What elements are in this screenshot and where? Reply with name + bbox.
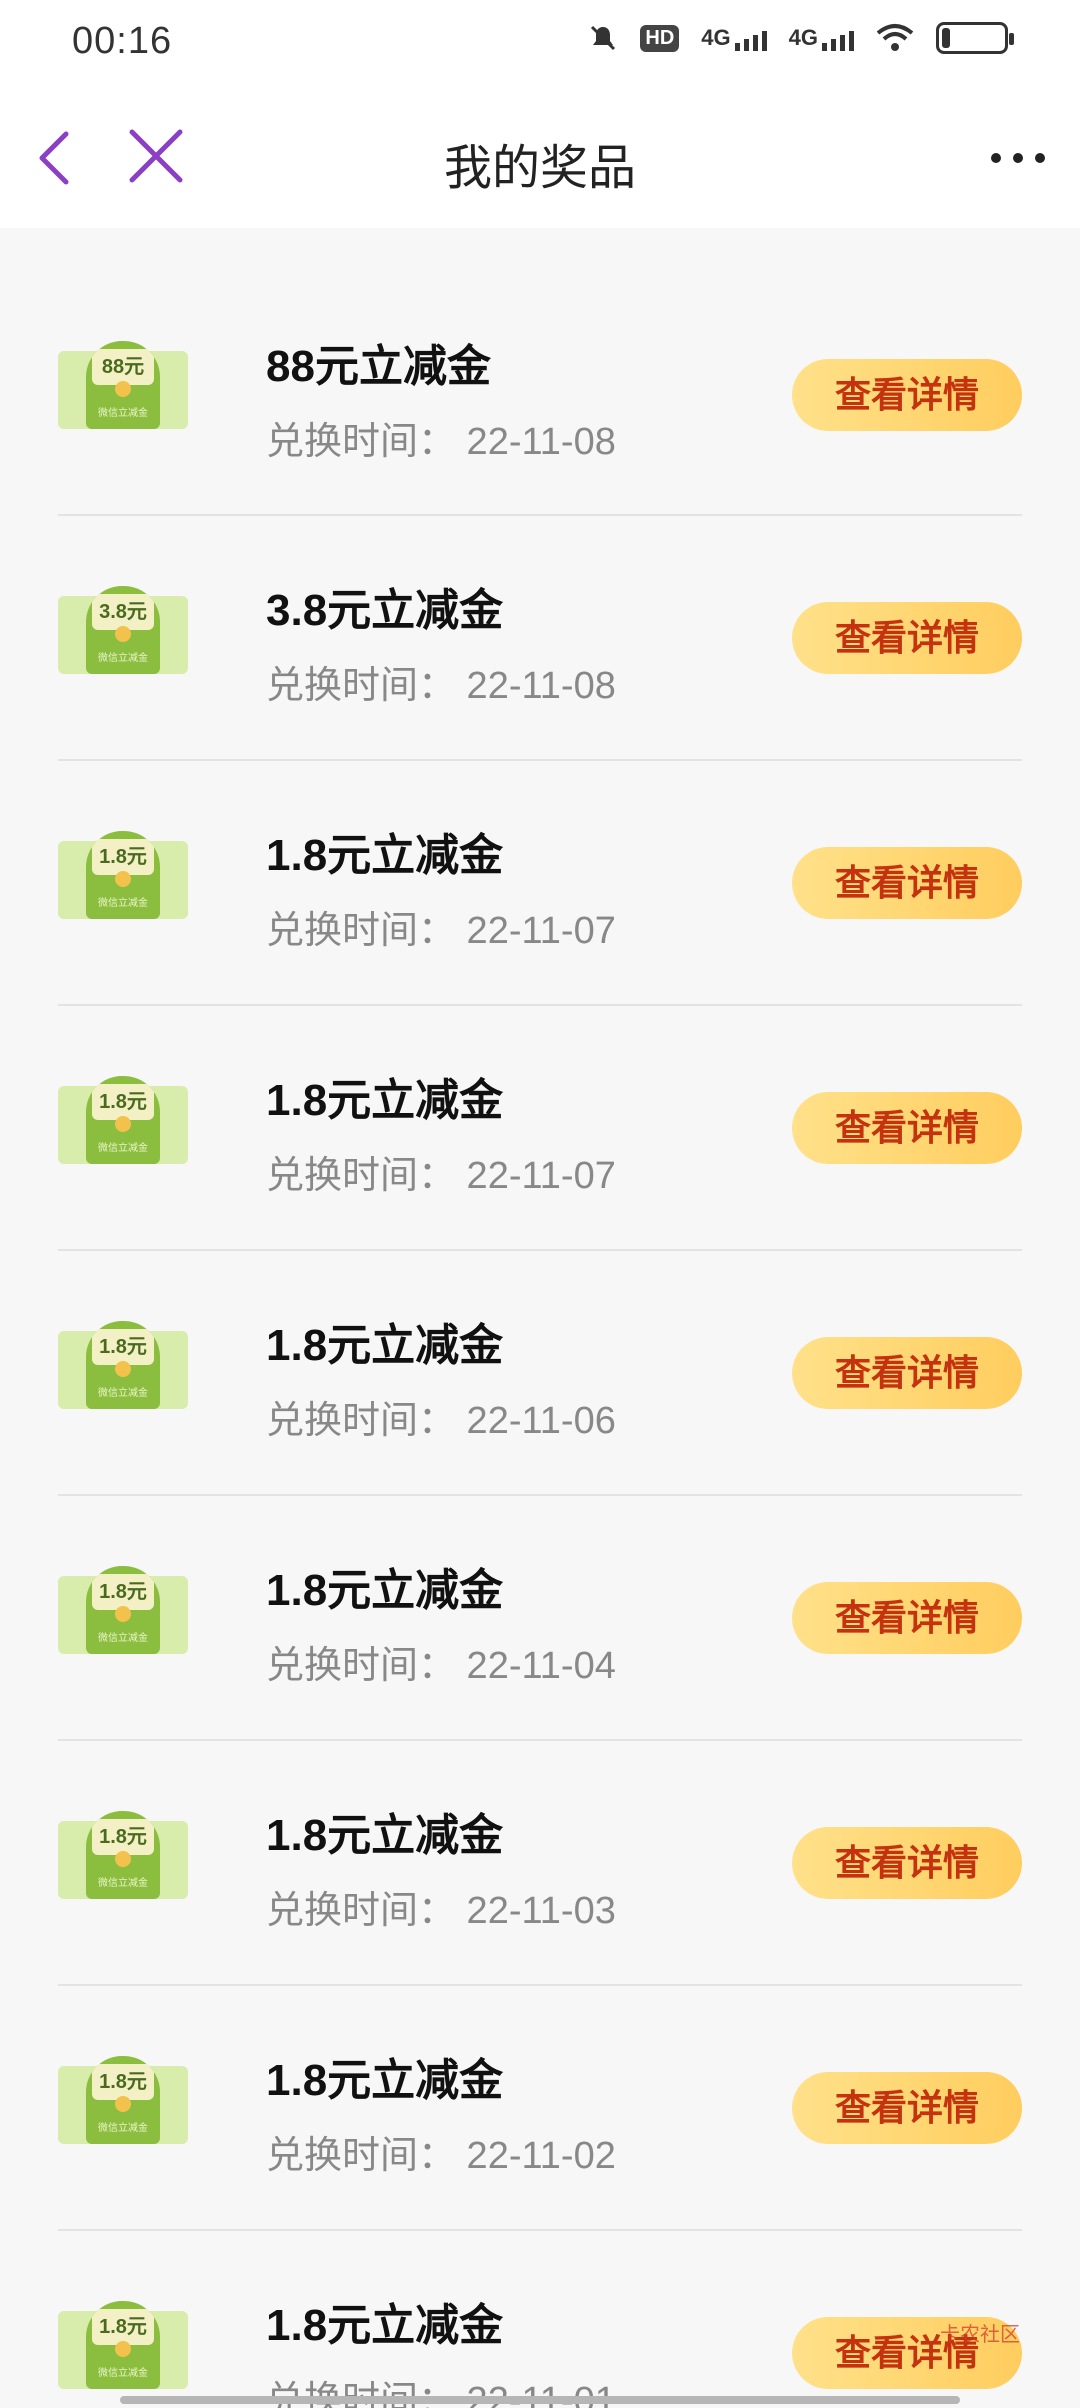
battery-icon xyxy=(936,22,1014,54)
envelope-badge: 1.8元 xyxy=(92,839,154,875)
envelope-badge: 1.8元 xyxy=(92,1574,154,1610)
envelope-badge: 1.8元 xyxy=(92,1084,154,1120)
envelope-badge: 1.8元 xyxy=(92,2064,154,2100)
prize-row: 1.8元微信立减金 1.8元立减金兑换时间： 22-11-06 查看详情 xyxy=(58,1251,1022,1496)
envelope-label: 微信立减金 xyxy=(98,1388,148,1399)
page-title: 我的奖品 xyxy=(443,142,636,195)
view-details-button[interactable]: 查看详情 xyxy=(792,1582,1022,1654)
signal-4g-icon: 4G xyxy=(701,25,767,51)
envelope-label: 微信立减金 xyxy=(98,2123,148,2134)
prize-row: 1.8元微信立减金 1.8元立减金兑换时间： 22-11-02 查看详情 xyxy=(58,1986,1022,2231)
redeem-date: 兑换时间： 22-11-06 xyxy=(266,1400,616,1442)
envelope: 1.8元微信立减金 xyxy=(86,1076,160,1164)
envelope: 1.8元微信立减金 xyxy=(86,1321,160,1409)
envelope-label: 微信立减金 xyxy=(98,408,148,419)
prize-name: 1.8元立减金 xyxy=(266,1076,504,1125)
more-icon[interactable] xyxy=(978,118,1058,198)
coupon-envelope-icon: 1.8元微信立减金 xyxy=(58,1566,188,1654)
watermark-logo: 卡农社区 xyxy=(940,2324,1020,2346)
coupon-envelope-icon: 1.8元微信立减金 xyxy=(58,1321,188,1409)
redeem-date: 兑换时间： 22-11-07 xyxy=(266,1155,616,1197)
coin-icon xyxy=(115,1361,131,1377)
redeem-date: 兑换时间： 22-11-08 xyxy=(266,421,616,463)
coupon-envelope-icon: 1.8元微信立减金 xyxy=(58,831,188,919)
redeem-date: 兑换时间： 22-11-02 xyxy=(266,2135,616,2177)
envelope-badge: 3.8元 xyxy=(92,594,154,630)
view-details-button[interactable]: 查看详情 xyxy=(792,847,1022,919)
coupon-envelope-icon: 3.8元微信立减金 xyxy=(58,586,188,674)
status-icons: HD 4G 4G xyxy=(588,22,1014,54)
envelope: 1.8元微信立减金 xyxy=(86,2056,160,2144)
coin-icon xyxy=(115,1851,131,1867)
prize-row: 88元微信立减金 88元立减金兑换时间： 22-11-08 查看详情 xyxy=(58,228,1022,516)
envelope: 1.8元微信立减金 xyxy=(86,1566,160,1654)
envelope-label: 微信立减金 xyxy=(98,653,148,664)
coupon-envelope-icon: 1.8元微信立减金 xyxy=(58,2056,188,2144)
envelope-label: 微信立减金 xyxy=(98,1878,148,1889)
coin-icon xyxy=(115,1116,131,1132)
envelope-label: 微信立减金 xyxy=(98,2368,148,2379)
coin-icon xyxy=(115,626,131,642)
coin-icon xyxy=(115,2096,131,2112)
envelope-label: 微信立减金 xyxy=(98,1143,148,1154)
envelope: 88元微信立减金 xyxy=(86,341,160,429)
wifi-icon xyxy=(876,23,914,53)
envelope-label: 微信立减金 xyxy=(98,1633,148,1644)
envelope-label: 微信立减金 xyxy=(98,898,148,909)
envelope-badge: 1.8元 xyxy=(92,1329,154,1365)
envelope: 1.8元微信立减金 xyxy=(86,831,160,919)
coupon-envelope-icon: 1.8元微信立减金 xyxy=(58,2301,188,2389)
prize-row: 1.8元微信立减金 1.8元立减金兑换时间： 22-11-03 查看详情 xyxy=(58,1741,1022,1986)
hd-icon: HD xyxy=(640,24,680,52)
prize-name: 3.8元立减金 xyxy=(266,586,504,635)
view-details-button[interactable]: 查看详情 xyxy=(792,1827,1022,1899)
redeem-date: 兑换时间： 22-11-08 xyxy=(266,665,616,707)
status-time: 00:16 xyxy=(72,20,173,62)
nav-bar: 我的奖品 xyxy=(0,88,1080,228)
signal-4g-icon-2: 4G xyxy=(789,25,854,51)
prize-row: 1.8元微信立减金 1.8元立减金兑换时间： 22-11-07 查看详情 xyxy=(58,1006,1022,1251)
prize-row: 1.8元微信立减金 1.8元立减金兑换时间： 22-11-07 查看详情 xyxy=(58,761,1022,1006)
envelope: 1.8元微信立减金 xyxy=(86,1811,160,1899)
mute-icon xyxy=(588,23,618,53)
coupon-envelope-icon: 88元微信立减金 xyxy=(58,341,188,429)
redeem-date: 兑换时间： 22-11-07 xyxy=(266,910,616,952)
prize-row: 1.8元微信立减金 1.8元立减金兑换时间： 22-11-04 查看详情 xyxy=(58,1496,1022,1741)
prize-name: 1.8元立减金 xyxy=(266,1811,504,1860)
envelope-badge: 1.8元 xyxy=(92,1819,154,1855)
envelope: 3.8元微信立减金 xyxy=(86,586,160,674)
prize-name: 1.8元立减金 xyxy=(266,1566,504,1615)
prize-row: 1.8元 微信立减金 1.8元立减金 兑换时间： 22-11-01 查看详情 xyxy=(58,2231,1022,2408)
coupon-envelope-icon: 1.8元微信立减金 xyxy=(58,1076,188,1164)
prize-name: 88元立减金 xyxy=(266,342,491,391)
prize-row: 3.8元微信立减金 3.8元立减金兑换时间： 22-11-08 查看详情 xyxy=(58,516,1022,761)
coin-icon xyxy=(115,871,131,887)
view-details-button[interactable]: 查看详情 xyxy=(792,2072,1022,2144)
envelope-badge: 1.8元 xyxy=(92,2309,154,2345)
prize-list: 88元 微信立减金 88元立减金 兑换时间： 22-11-08 查看详情 3.8元 微信立减… xyxy=(0,228,1080,2408)
view-details-button[interactable]: 查看详情 xyxy=(792,1337,1022,1409)
redeem-date: 兑换时间： 22-11-03 xyxy=(266,1890,616,1932)
prize-name: 1.8元立减金 xyxy=(266,2056,504,2105)
prize-name: 1.8元立减金 xyxy=(266,831,504,880)
view-details-button[interactable]: 查看详情 xyxy=(792,602,1022,674)
envelope: 1.8元微信立减金 xyxy=(86,2301,160,2389)
view-details-button[interactable]: 查看详情 xyxy=(792,359,1022,431)
gesture-bar xyxy=(120,2396,960,2404)
coin-icon xyxy=(115,1606,131,1622)
envelope-badge: 88元 xyxy=(92,349,154,385)
prize-name: 1.8元立减金 xyxy=(266,2301,504,2350)
status-bar: 00:16 HD 4G 4G xyxy=(0,0,1080,88)
coin-icon xyxy=(115,381,131,397)
battery-level xyxy=(942,28,950,48)
prize-name: 1.8元立减金 xyxy=(266,1321,504,1370)
view-details-button[interactable]: 查看详情 xyxy=(792,1092,1022,1164)
redeem-date: 兑换时间： 22-11-04 xyxy=(266,1645,616,1687)
coupon-envelope-icon: 1.8元微信立减金 xyxy=(58,1811,188,1899)
coin-icon xyxy=(115,2341,131,2357)
